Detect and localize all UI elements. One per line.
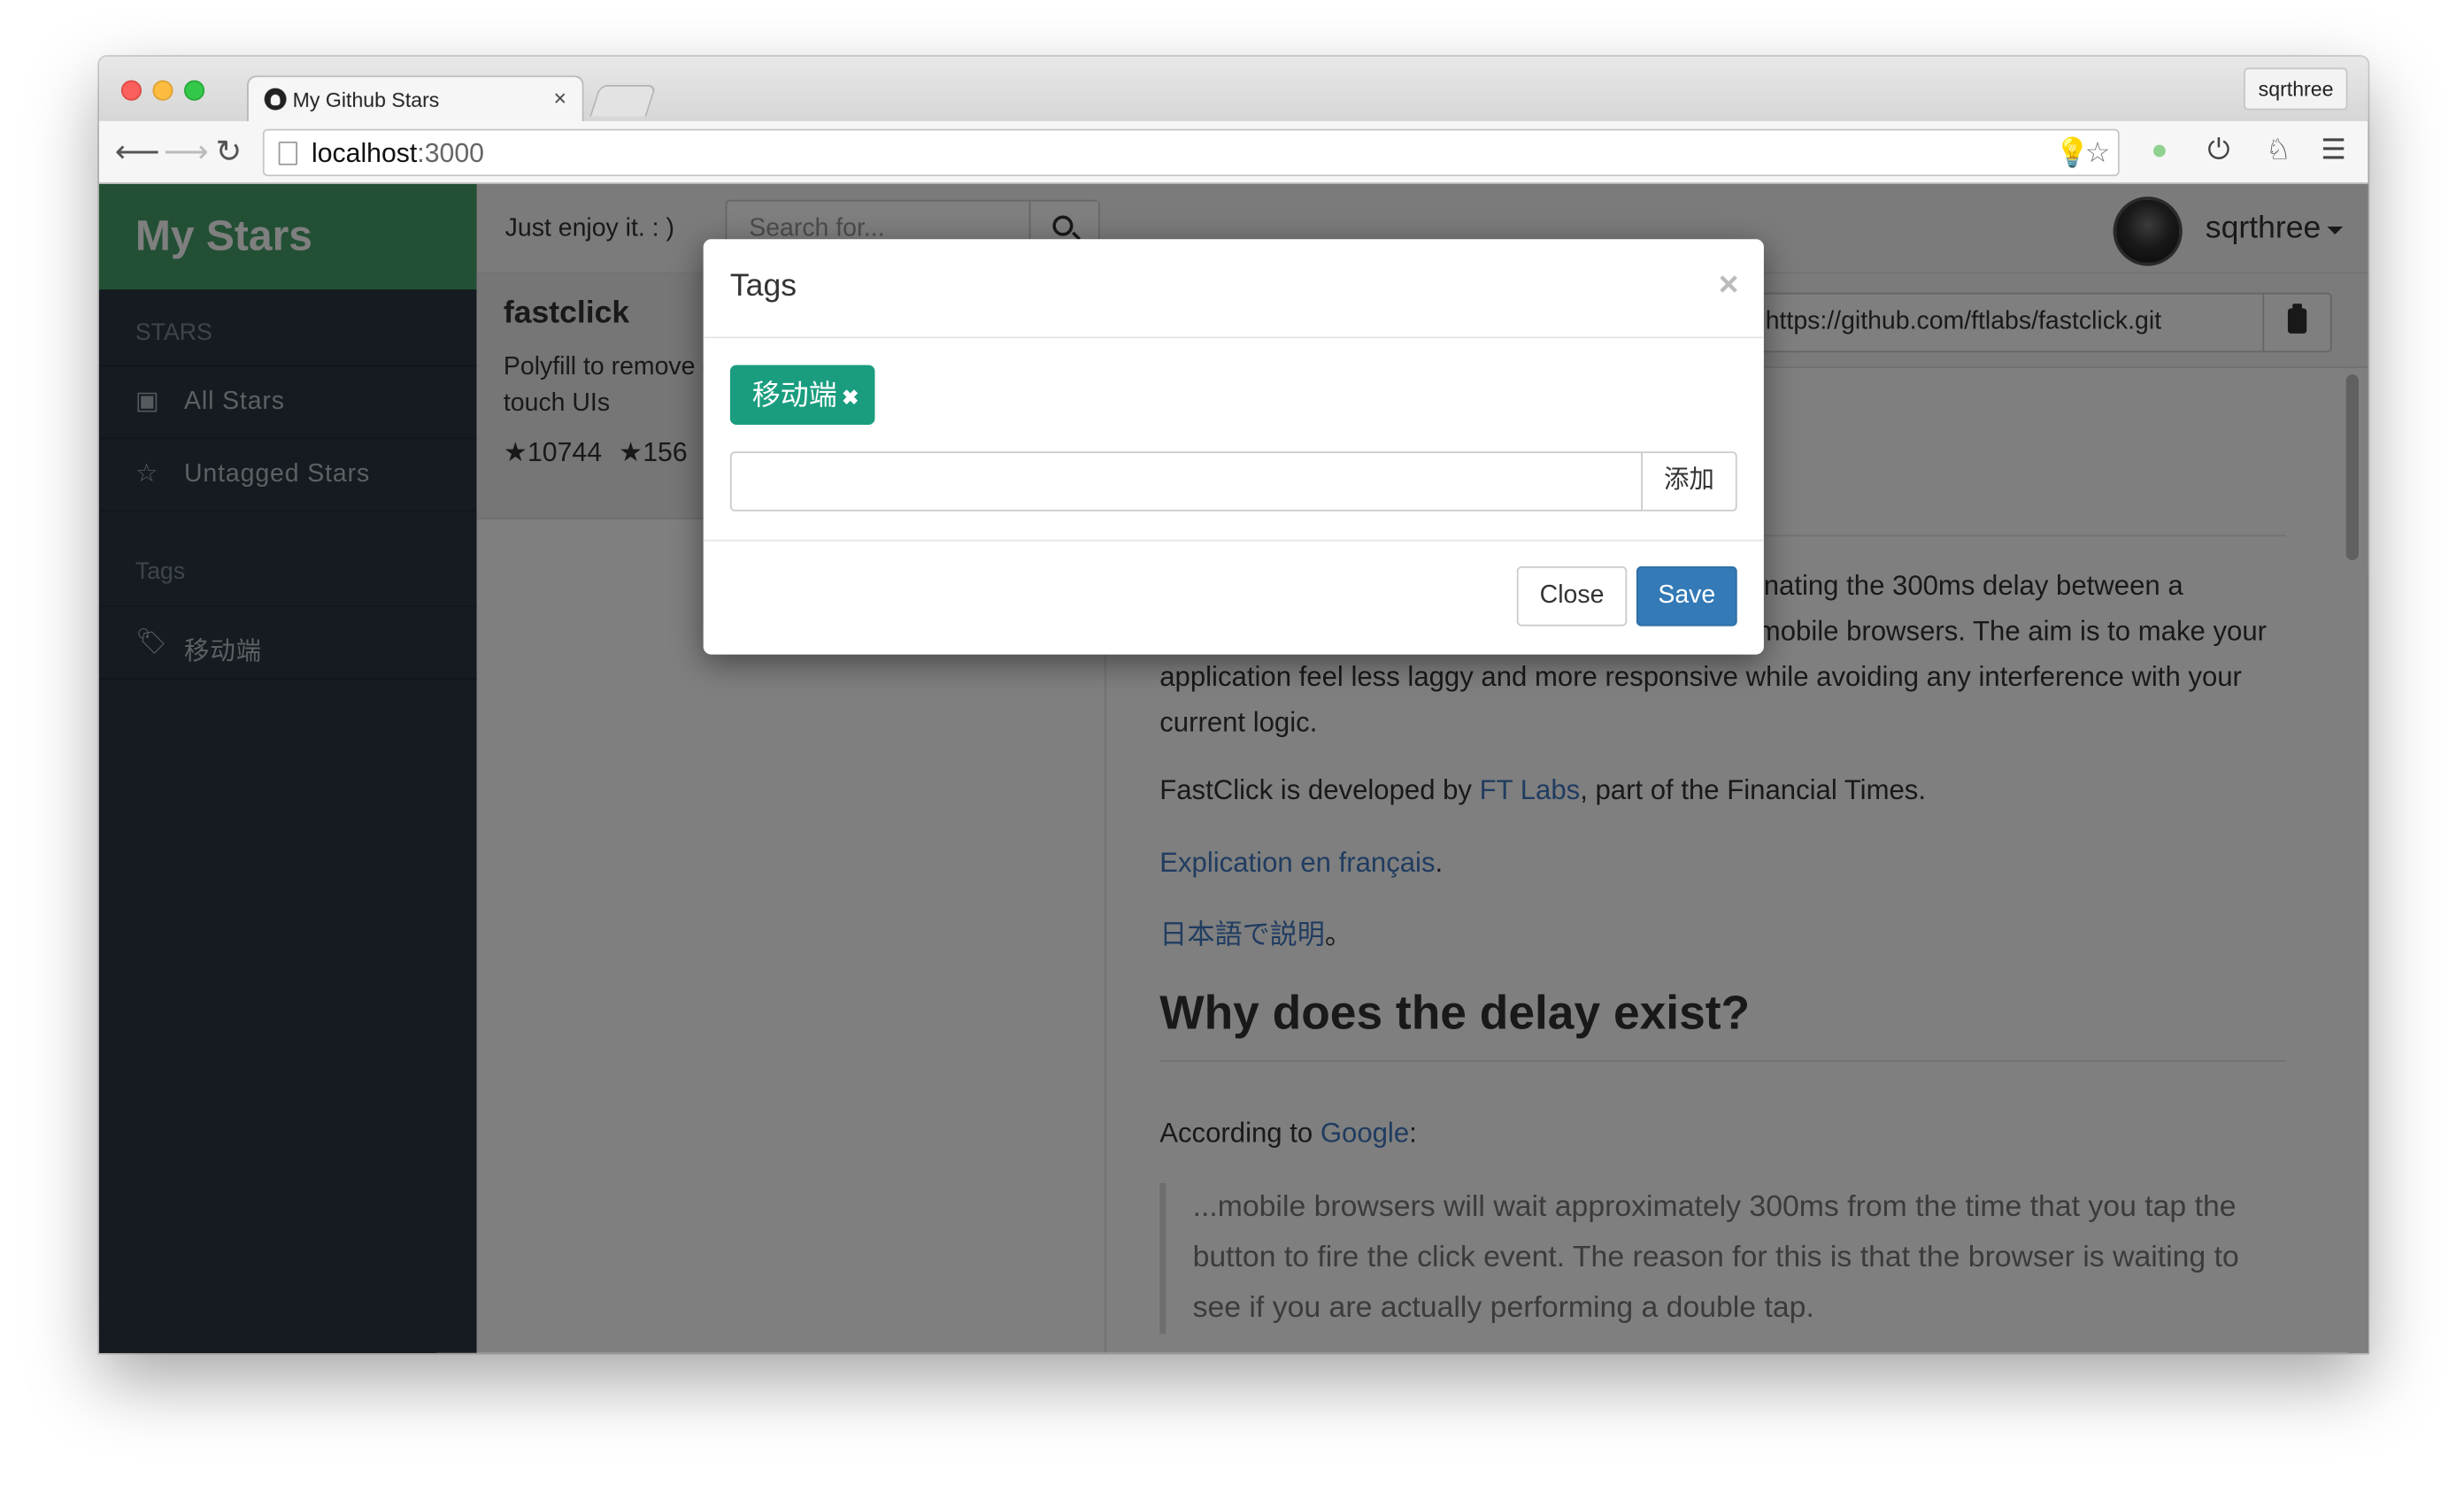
github-icon — [264, 88, 287, 111]
zoom-window-button[interactable] — [184, 80, 205, 101]
bookmark-star-icon[interactable]: ☆ — [2085, 137, 2111, 170]
address-bar[interactable]: localhost:3000 💡 ☆ — [262, 128, 2120, 177]
save-button[interactable]: Save — [1636, 566, 1737, 627]
url-text[interactable]: localhost:3000 — [312, 138, 484, 170]
menu-icon[interactable]: ☰ — [2321, 134, 2346, 166]
browser-tab[interactable]: My Github Stars × — [247, 75, 584, 123]
forward-icon[interactable]: ⟶ — [164, 132, 209, 171]
modal-title: Tags — [729, 269, 797, 304]
tab-close-icon[interactable]: × — [553, 85, 566, 110]
tag-input[interactable] — [729, 451, 1644, 511]
browser-window: My Github Stars × sqrthree ⟵ ⟶ ↻ localho… — [99, 57, 2368, 1353]
page-icon — [278, 142, 298, 165]
tags-modal: Tags × 移动端 ✖ 添加 Close Save — [703, 239, 1764, 655]
remove-tag-icon[interactable]: ✖ — [842, 386, 859, 410]
close-icon[interactable]: × — [1719, 265, 1739, 305]
back-icon[interactable]: ⟵ — [115, 132, 160, 171]
title-bar: My Github Stars × sqrthree — [99, 57, 2368, 123]
tag-chip-label: 移动端 — [751, 379, 837, 411]
browser-toolbar: ⟵ ⟶ ↻ localhost:3000 💡 ☆ ● ⏻ ♘ ☰ — [99, 120, 2368, 185]
extension-figure-icon[interactable]: ♘ — [2266, 134, 2291, 166]
close-button[interactable]: Close — [1516, 566, 1628, 627]
extension-circle-icon[interactable]: ● — [2151, 134, 2168, 166]
reload-icon[interactable]: ↻ — [216, 132, 243, 171]
minimize-window-button[interactable] — [152, 80, 173, 101]
modal-footer-divider — [703, 539, 1764, 542]
app: My Stars STARS ▣ All Stars ☆ Untagged St… — [99, 184, 2368, 1353]
profile-button[interactable]: sqrthree — [2244, 67, 2348, 111]
modal-header: Tags × — [703, 239, 1764, 339]
tag-chip: 移动端 ✖ — [729, 365, 875, 426]
close-window-button[interactable] — [120, 80, 142, 101]
new-tab-button[interactable] — [589, 85, 657, 117]
tab-title: My Github Stars — [292, 88, 440, 112]
power-icon[interactable]: ⏻ — [2207, 134, 2229, 166]
add-tag-button[interactable]: 添加 — [1641, 451, 1737, 511]
screenshot: My Github Stars × sqrthree ⟵ ⟶ ↻ localho… — [0, 0, 2464, 1490]
